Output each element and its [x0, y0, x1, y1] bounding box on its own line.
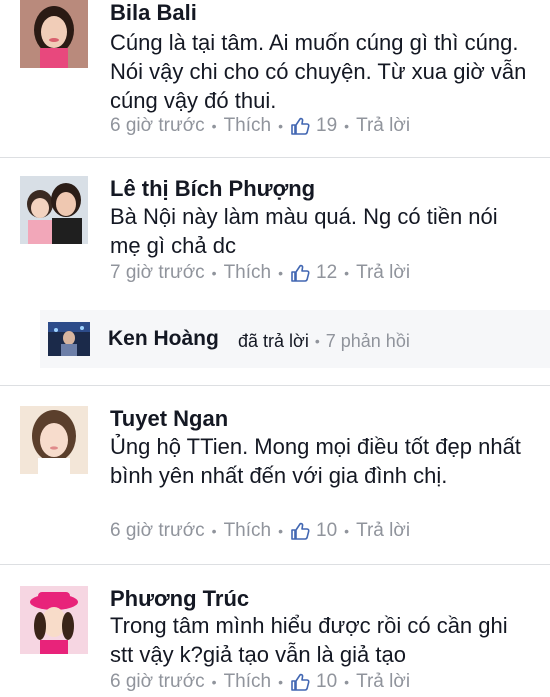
like-link[interactable]: Thích [224, 670, 272, 694]
separator: • [211, 265, 217, 281]
comment-author[interactable]: Lê thị Bích Phượng [110, 176, 315, 202]
separator: • [278, 523, 284, 539]
separator: • [211, 523, 217, 539]
separator: • [344, 265, 350, 281]
comment-time[interactable]: 6 giờ trước [110, 519, 205, 543]
comment-author[interactable]: Tuyet Ngan [110, 406, 228, 432]
comment-meta: 6 giờ trước • Thích • 10 • Trả lời [110, 519, 410, 543]
reply-link[interactable]: Trả lời [356, 261, 410, 285]
avatar[interactable] [20, 0, 88, 68]
reply-link[interactable]: Trả lời [356, 519, 410, 543]
thumbs-up-icon[interactable] [290, 672, 310, 692]
comment-item: Tuyet Ngan Ủng hộ TTien. Mong mọi điều t… [0, 386, 550, 561]
thumbs-up-icon[interactable] [290, 521, 310, 541]
avatar[interactable] [20, 176, 88, 244]
like-link[interactable]: Thích [224, 519, 272, 543]
comment-author[interactable]: Bila Bali [110, 0, 197, 26]
like-link[interactable]: Thích [224, 114, 272, 138]
comment-meta: 6 giờ trước • Thích • 19 • Trả lời [110, 114, 410, 138]
view-replies-bar[interactable]: Ken Hoàng đã trả lời • 7 phản hồi [40, 310, 550, 368]
comment-text: Trong tâm mình hiểu được rồi có cần ghi … [110, 613, 508, 667]
like-count: 19 [316, 115, 338, 136]
avatar-photo [20, 586, 88, 654]
separator: • [278, 265, 284, 281]
like-count: 10 [316, 520, 338, 541]
like-link[interactable]: Thích [224, 261, 272, 285]
comment-item: Phương Trúc Trong tâm mình hiểu được rồi… [0, 565, 550, 697]
separator: • [344, 523, 350, 539]
comment-meta: 7 giờ trước • Thích • 12 • Trả lời [110, 261, 410, 285]
comment-time[interactable]: 6 giờ trước [110, 114, 205, 138]
avatar[interactable] [20, 406, 88, 474]
like-count: 10 [316, 671, 338, 692]
reply-action: đã trả lời [238, 331, 309, 351]
reply-author[interactable]: Ken Hoàng [108, 326, 219, 352]
thumbs-up-icon[interactable] [290, 263, 310, 283]
reply-count: 7 phản hồi [325, 331, 410, 351]
comment-author[interactable]: Phương Trúc [110, 586, 249, 612]
avatar [48, 322, 90, 356]
avatar-photo [20, 406, 88, 474]
avatar-photo [20, 176, 88, 244]
reply-link[interactable]: Trả lời [356, 670, 410, 694]
comment-item: Lê thị Bích Phượng Bà Nội này làm màu qu… [0, 158, 550, 293]
comment-time[interactable]: 6 giờ trước [110, 670, 205, 694]
like-count: 12 [316, 262, 338, 283]
thumbs-up-icon[interactable] [290, 116, 310, 136]
separator: • [344, 118, 350, 134]
separator: • [211, 674, 217, 690]
comment-text: Cúng là tại tâm. Ai muốn cúng gì thì cún… [110, 30, 527, 113]
separator: • [344, 674, 350, 690]
comment-time[interactable]: 7 giờ trước [110, 261, 205, 285]
separator: • [211, 118, 217, 134]
separator: • [278, 118, 284, 134]
separator: • [278, 674, 284, 690]
reply-summary-text[interactable]: đã trả lời • 7 phản hồi [238, 329, 410, 353]
separator: • [314, 333, 320, 349]
comment-text: Bà Nội này làm màu quá. Ng có tiền nói m… [110, 204, 498, 258]
comment-text: Ủng hộ TTien. Mong mọi điều tốt đẹp nhất… [110, 434, 521, 488]
avatar-photo [20, 0, 88, 68]
comment-item: Bila Bali Cúng là tại tâm. Ai muốn cúng … [0, 0, 550, 150]
avatar[interactable] [20, 586, 88, 654]
avatar-photo [48, 322, 90, 356]
comment-meta: 6 giờ trước • Thích • 10 • Trả lời [110, 670, 410, 694]
reply-link[interactable]: Trả lời [356, 114, 410, 138]
